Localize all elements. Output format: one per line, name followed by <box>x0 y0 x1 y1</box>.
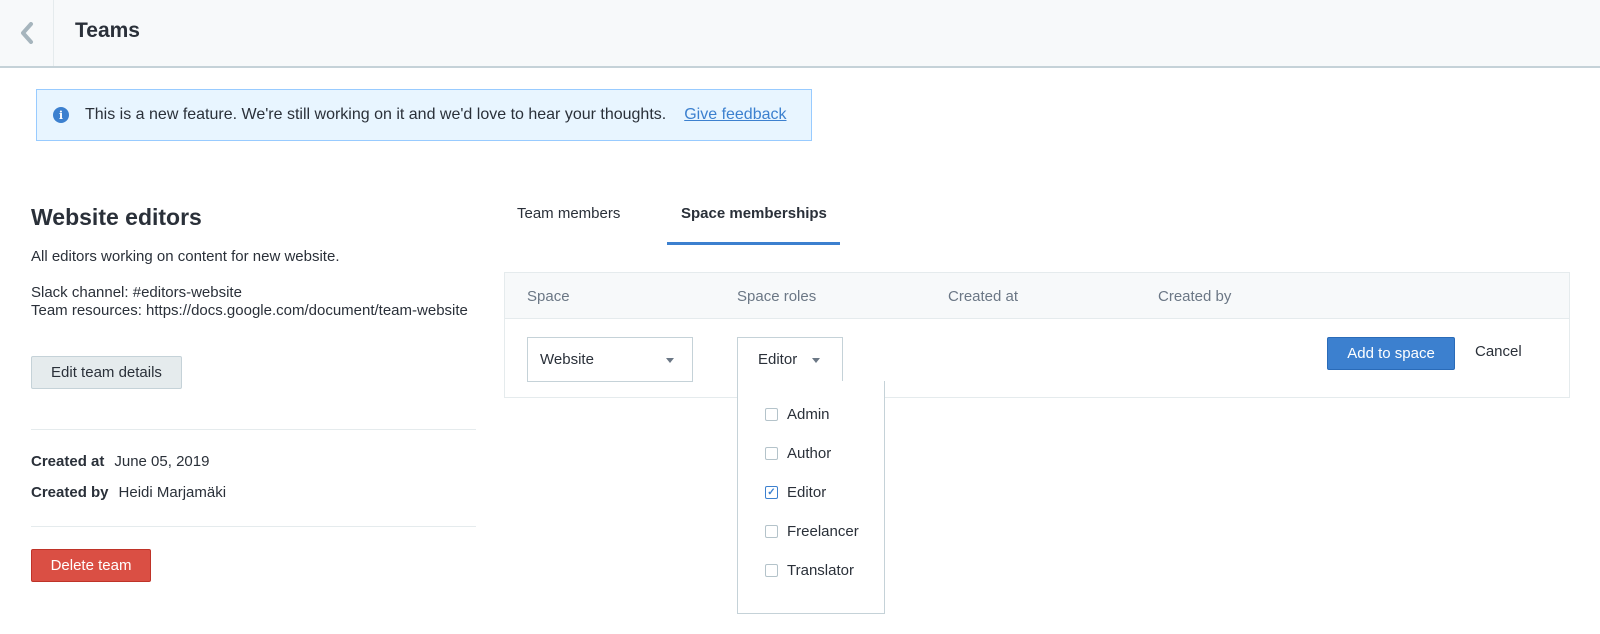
created-at-value: June 05, 2019 <box>114 453 210 470</box>
role-option-author[interactable]: Author <box>765 445 831 462</box>
team-name: Website editors <box>31 204 202 230</box>
checkbox[interactable] <box>765 564 778 577</box>
tab-team-members[interactable]: Team members <box>517 205 620 222</box>
created-at-label: Created at <box>31 453 105 470</box>
give-feedback-link[interactable]: Give feedback <box>684 106 786 124</box>
divider <box>31 429 476 430</box>
team-slack-channel: Slack channel: #editors-website <box>31 284 242 301</box>
add-to-space-button[interactable]: Add to space <box>1327 337 1455 370</box>
roles-dropdown: Admin Author ✓ Editor Freelancer Transla… <box>737 381 885 614</box>
table-header: Space Space roles Created at Created by <box>505 273 1569 319</box>
checkbox[interactable] <box>765 408 778 421</box>
space-roles-select-value: Editor <box>758 351 798 368</box>
column-header-created-by: Created by <box>1158 288 1232 305</box>
created-by-row: Created by Heidi Marjamäki <box>31 484 226 501</box>
created-by-value: Heidi Marjamäki <box>118 484 227 501</box>
column-header-created-at: Created at <box>948 288 1019 305</box>
space-select[interactable]: Website <box>527 337 693 382</box>
page-title: Teams <box>75 19 140 42</box>
role-option-editor[interactable]: ✓ Editor <box>765 484 826 501</box>
team-description: All editors working on content for new w… <box>31 248 340 265</box>
team-resources: Team resources: https://docs.google.com/… <box>31 302 468 319</box>
checkbox[interactable] <box>765 447 778 460</box>
info-icon: i <box>53 107 69 123</box>
role-option-label: Author <box>787 445 832 462</box>
created-at-row: Created at June 05, 2019 <box>31 453 209 470</box>
chevron-down-icon <box>812 358 820 363</box>
column-header-space-roles: Space roles <box>737 288 817 305</box>
chevron-left-icon <box>20 22 33 44</box>
space-select-value: Website <box>540 351 594 368</box>
edit-team-details-button[interactable]: Edit team details <box>31 356 182 389</box>
feature-notice: i This is a new feature. We're still wor… <box>36 89 812 141</box>
role-option-label: Admin <box>787 406 830 423</box>
space-memberships-table: Space Space roles Created at Created by … <box>504 272 1570 398</box>
divider <box>31 526 476 527</box>
checkbox-checked[interactable]: ✓ <box>765 486 778 499</box>
top-bar: Teams <box>0 0 1600 68</box>
back-button[interactable] <box>0 0 54 66</box>
space-roles-select[interactable]: Editor <box>737 337 843 382</box>
column-header-space: Space <box>527 288 570 305</box>
role-option-label: Translator <box>787 562 854 579</box>
role-option-translator[interactable]: Translator <box>765 562 854 579</box>
notice-text: This is a new feature. We're still worki… <box>85 106 667 123</box>
created-by-label: Created by <box>31 484 109 501</box>
cancel-button[interactable]: Cancel <box>1475 343 1522 360</box>
checkmark-icon: ✓ <box>767 486 776 498</box>
role-option-label: Freelancer <box>787 523 859 540</box>
role-option-label: Editor <box>787 484 827 501</box>
tab-space-memberships[interactable]: Space memberships <box>681 205 827 222</box>
delete-team-button[interactable]: Delete team <box>31 549 151 582</box>
role-option-admin[interactable]: Admin <box>765 406 830 423</box>
role-option-freelancer[interactable]: Freelancer <box>765 523 859 540</box>
chevron-down-icon <box>666 358 674 363</box>
active-tab-indicator <box>667 242 840 245</box>
checkbox[interactable] <box>765 525 778 538</box>
